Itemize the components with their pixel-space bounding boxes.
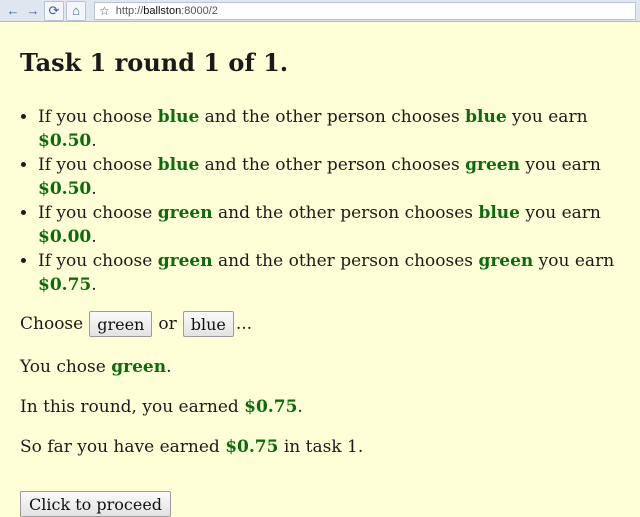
task-page: Task 1 round 1 of 1. If you choose blue …: [0, 47, 640, 517]
back-icon[interactable]: ←: [4, 2, 22, 20]
rules-list: If you choose blue and the other person …: [20, 105, 620, 297]
url-text: http://ballston:8000/2: [115, 4, 218, 17]
forward-icon[interactable]: →: [24, 2, 42, 20]
round-earnings-text: In this round, you earned $0.75.: [20, 397, 303, 417]
reload-icon[interactable]: ⟳: [44, 0, 64, 21]
total-earnings-text: So far you have earned $0.75 in task 1.: [20, 437, 364, 457]
browser-toolbar: ← → ⟳ ⌂ ☆ http://ballston:8000/2: [0, 0, 640, 22]
blue-button[interactable]: blue: [182, 311, 234, 337]
proceed-container: Click to proceed: [20, 491, 620, 517]
or-label: or: [158, 314, 177, 334]
rule-item: If you choose green and the other person…: [38, 201, 620, 249]
proceed-button[interactable]: Click to proceed: [20, 491, 172, 517]
ellipsis: ...: [235, 314, 253, 334]
rule-item: If you choose green and the other person…: [38, 249, 620, 297]
address-bar[interactable]: ☆ http://ballston:8000/2: [94, 1, 636, 20]
home-icon[interactable]: ⌂: [66, 0, 86, 21]
choose-label: Choose: [20, 314, 84, 334]
rule-item: If you choose blue and the other person …: [38, 105, 620, 153]
chosen-text: You chose green.: [20, 357, 172, 377]
choice-row: Choose green or blue ...: [20, 311, 620, 337]
star-icon[interactable]: ☆: [99, 4, 110, 18]
page-title: Task 1 round 1 of 1.: [20, 48, 289, 77]
green-button[interactable]: green: [89, 311, 153, 337]
rule-item: If you choose blue and the other person …: [38, 153, 620, 201]
